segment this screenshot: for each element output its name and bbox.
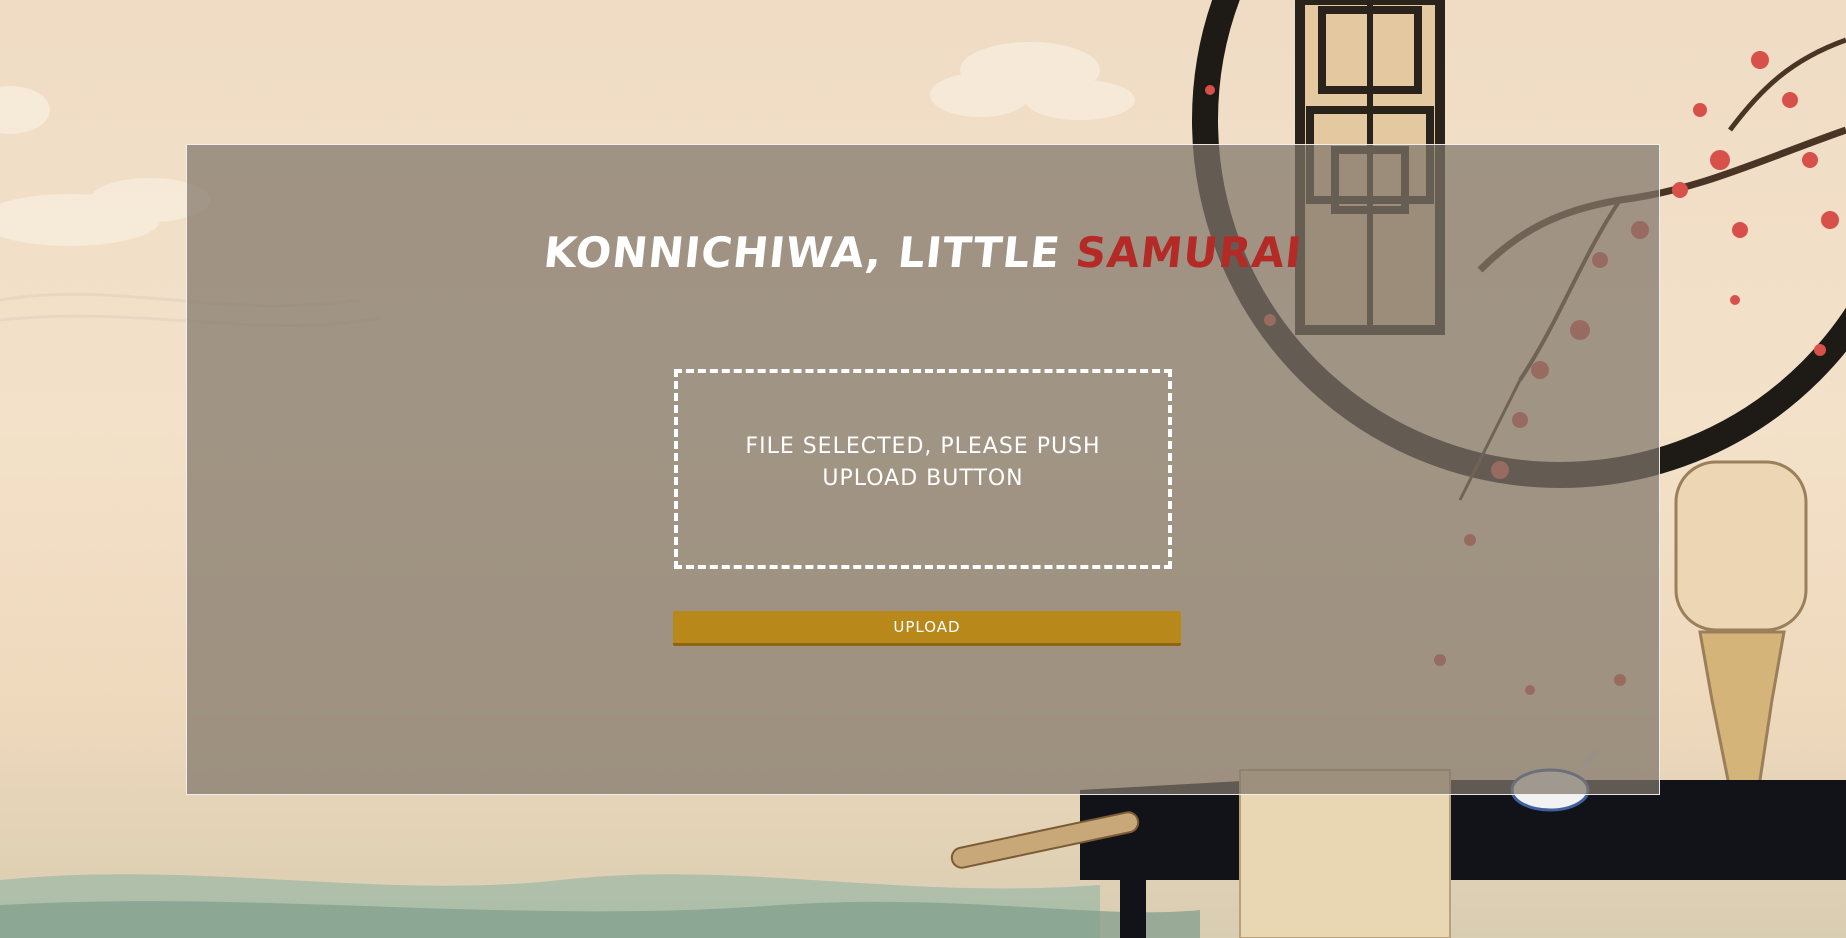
page-title-accent: SAMURAI (1073, 228, 1305, 277)
dropzone-message: FILE SELECTED, PLEASE PUSH UPLOAD BUTTON (745, 434, 1101, 491)
hills-decoration (0, 874, 1200, 938)
file-dropzone[interactable]: FILE SELECTED, PLEASE PUSH UPLOAD BUTTON (674, 369, 1172, 569)
upload-button[interactable]: UPLOAD (673, 611, 1181, 646)
page-title: KONNICHIWA, LITTLE SAMURAI (0, 226, 1846, 280)
vase-decoration (1674, 460, 1808, 812)
page-title-main: KONNICHIWA, LITTLE (541, 228, 1079, 277)
